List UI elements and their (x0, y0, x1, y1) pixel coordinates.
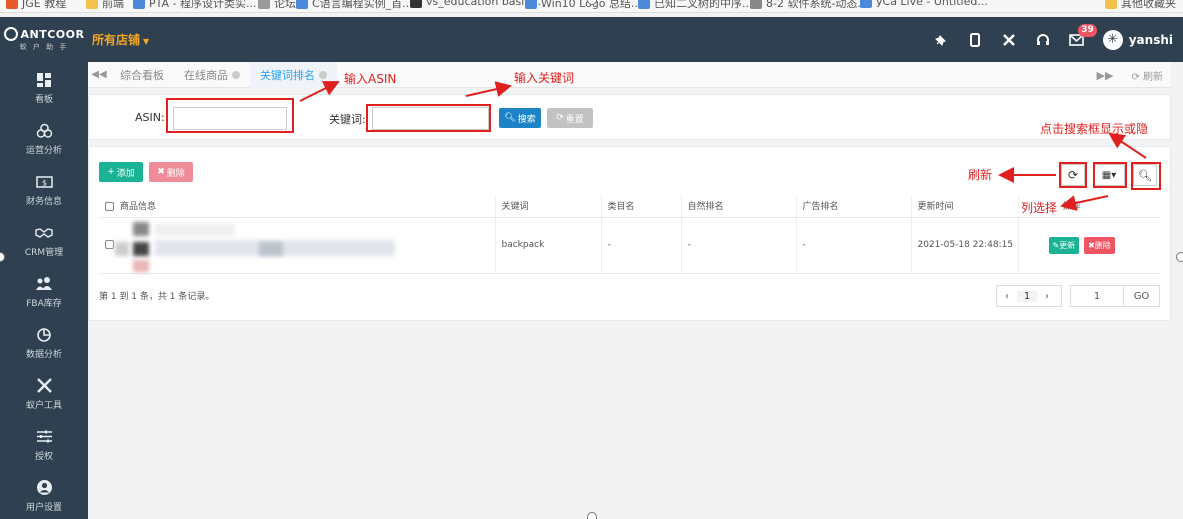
annotation-arrow (299, 81, 340, 102)
annotation-arrow (1108, 132, 1147, 159)
selection-handle (587, 512, 597, 519)
annotation-arrow (465, 81, 512, 97)
annotation-arrows (299, 81, 1147, 211)
annotation-arrow (1060, 195, 1109, 211)
selection-handle (1176, 252, 1183, 262)
